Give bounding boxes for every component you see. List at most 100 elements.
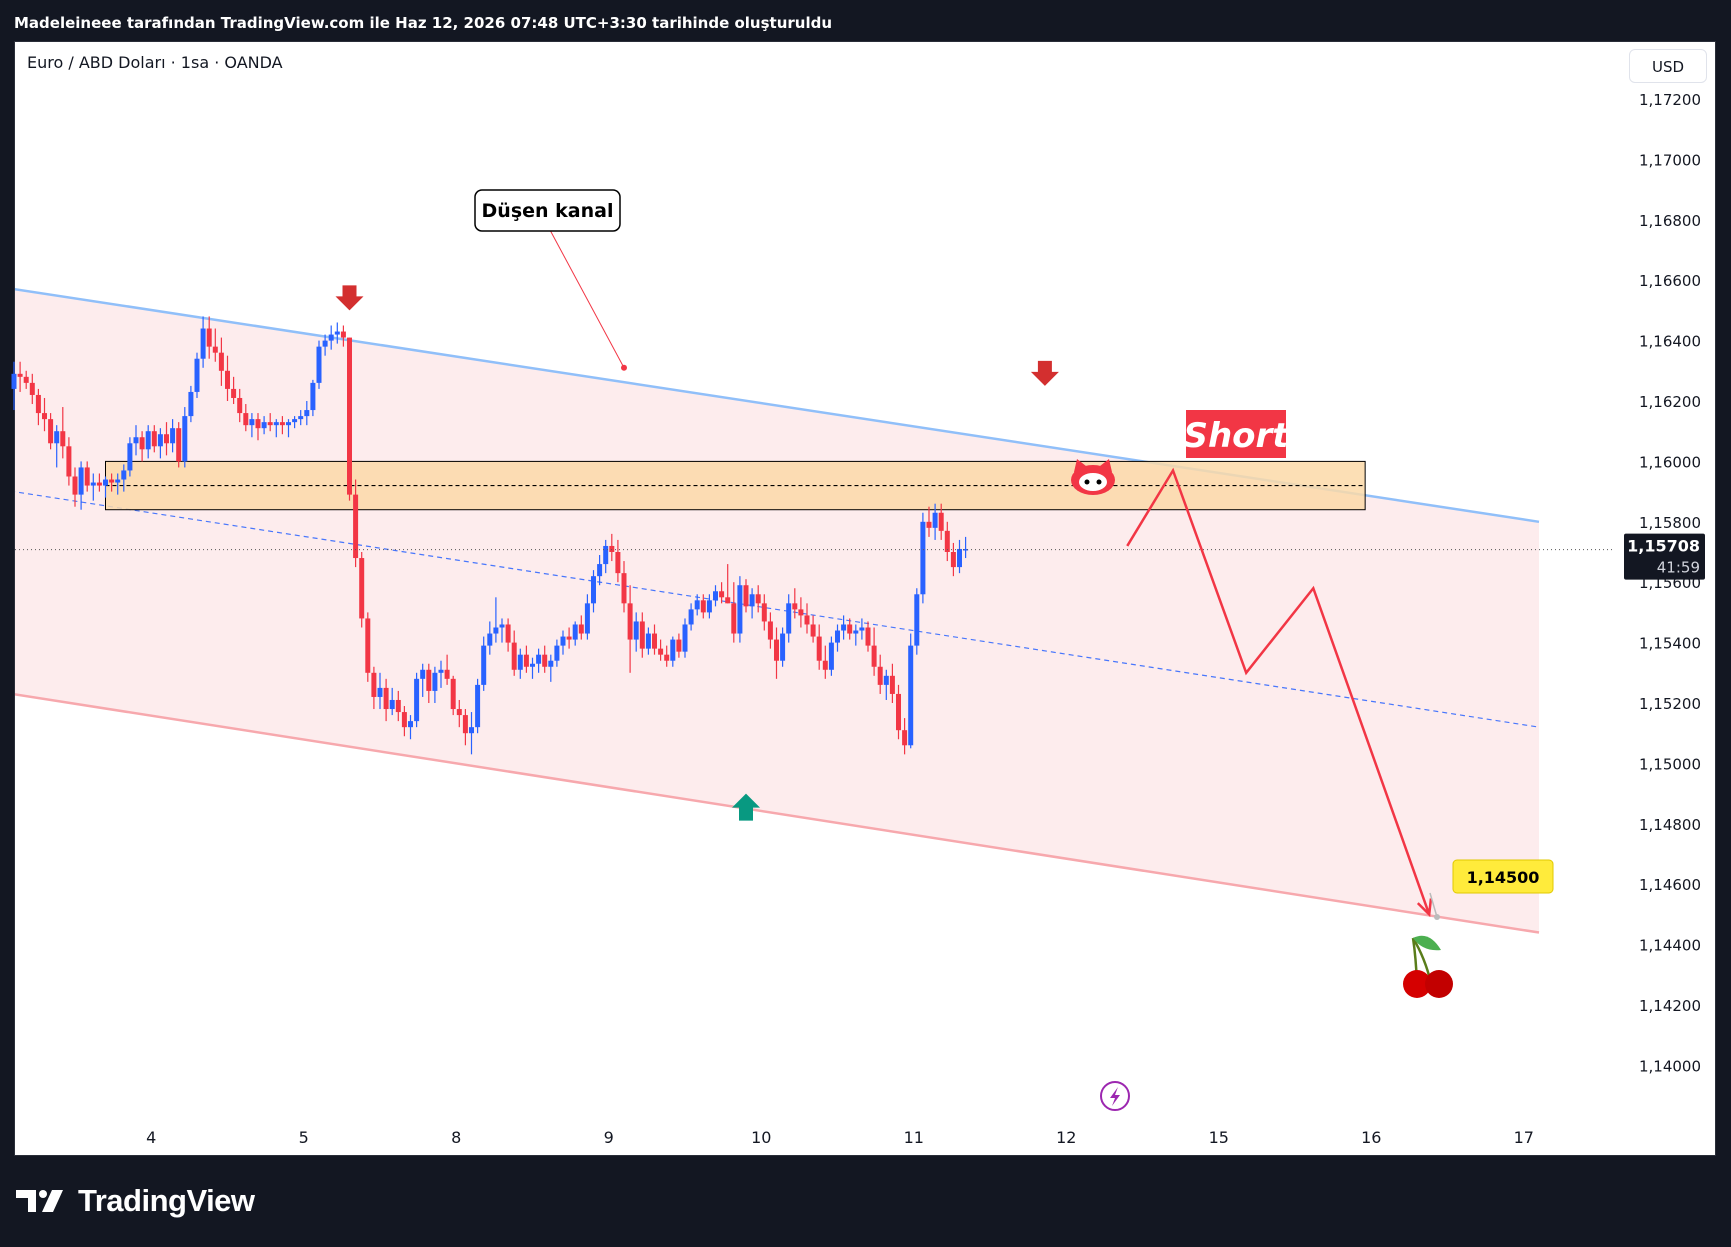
candle-body: [688, 609, 694, 625]
candle-body: [78, 467, 84, 495]
candle-body: [475, 684, 481, 728]
x-tick-label: 5: [299, 1128, 309, 1147]
candle-body: [725, 597, 731, 604]
candle-body: [42, 413, 47, 420]
candle-body: [865, 627, 871, 646]
candle-body: [408, 721, 413, 728]
price-axis[interactable]: 1,17200 1,17000 1,16800 1,16600 1,16400 1,162…: [1639, 91, 1701, 1075]
candle-body: [267, 422, 273, 426]
candle-body: [127, 443, 133, 471]
candle-body: [743, 585, 749, 607]
candle: [194, 352, 200, 398]
candle-body: [273, 422, 279, 426]
candle-body: [48, 419, 54, 444]
y-tick-label: 1,17200: [1639, 91, 1701, 109]
candle: [359, 552, 365, 628]
candle-body: [597, 564, 603, 577]
candle-body: [615, 552, 621, 574]
candle-body: [72, 476, 78, 495]
candle-body: [383, 687, 389, 710]
down-arrow-1: [335, 285, 364, 311]
candle: [914, 588, 920, 655]
x-tick-label: 8: [451, 1128, 461, 1147]
candle-body: [536, 654, 542, 664]
tradingview-logo-text: TradingView: [78, 1183, 255, 1218]
candle-body: [810, 624, 816, 637]
candle: [347, 337, 352, 501]
candle-body: [957, 548, 962, 568]
candle-body: [194, 358, 200, 392]
candle: [182, 407, 188, 468]
candle: [176, 422, 182, 468]
candle-body: [487, 633, 493, 646]
candle-body: [841, 624, 847, 631]
currency-button[interactable]: USD: [1629, 49, 1707, 83]
candle-body: [902, 730, 908, 746]
candle-body: [774, 639, 779, 661]
y-tick-label: 1,16600: [1639, 272, 1701, 290]
candle-body: [109, 479, 115, 483]
candle-body: [499, 624, 505, 628]
candle-body: [96, 482, 102, 486]
candle-body: [462, 715, 468, 734]
candle-body: [151, 431, 157, 447]
current-price-tag: 1,15708 41:59: [1624, 533, 1705, 580]
candle: [737, 576, 743, 643]
candle-body: [426, 669, 432, 691]
candle-body: [761, 603, 767, 622]
candle-body: [926, 521, 932, 528]
candle-body: [883, 675, 889, 685]
tradingview-logo[interactable]: TradingView: [16, 1181, 255, 1221]
candle-body: [554, 645, 560, 661]
candle-body: [798, 609, 804, 616]
cat-icon-eye-left: [1084, 479, 1090, 485]
candle-body: [438, 669, 444, 673]
y-tick-label: 1,14200: [1639, 997, 1701, 1015]
resistance-zone[interactable]: [105, 460, 1366, 511]
candle-body: [481, 645, 487, 685]
candle-body: [29, 382, 35, 395]
time-axis[interactable]: 4 5 8 9 10 11 12 15 16 17: [146, 1128, 1534, 1147]
candle-body: [896, 693, 901, 731]
price-chart[interactable]: Düşen kanalShort1,14500 1,172001,170001,…: [0, 0, 1731, 1247]
candle-body: [694, 600, 700, 610]
candle-body: [847, 624, 853, 634]
candle-body: [310, 382, 316, 411]
candle-body: [828, 642, 834, 670]
y-tick-label: 1,15200: [1639, 695, 1701, 713]
candle-body: [60, 431, 66, 447]
candle-body: [218, 352, 224, 371]
y-tick-label: 1,16000: [1639, 453, 1701, 471]
candle-body: [353, 494, 359, 559]
candle-body: [286, 422, 291, 426]
candle-body: [182, 416, 188, 462]
y-tick-label: 1,15400: [1639, 635, 1701, 653]
candle: [475, 678, 481, 734]
symbol-legend[interactable]: Euro / ABD Doları · 1sa · OANDA: [27, 53, 283, 72]
candle-body: [328, 334, 334, 341]
candle-body: [578, 624, 584, 634]
candle-body: [389, 699, 395, 710]
callout-anchor: [621, 364, 627, 371]
lightning-icon[interactable]: [1100, 1081, 1130, 1111]
candle-body: [395, 699, 401, 713]
candle-body: [90, 482, 96, 486]
cat-icon-face: [1079, 473, 1107, 491]
descending-channel[interactable]: [0, 268, 1540, 934]
candle-body: [505, 624, 511, 643]
candle-body: [530, 663, 535, 667]
candle-body: [157, 434, 163, 447]
candle-body: [889, 675, 895, 694]
x-tick-label: 4: [146, 1128, 156, 1147]
candle-body: [566, 636, 572, 640]
y-tick-label: 1,14600: [1639, 876, 1701, 894]
y-tick-label: 1,16800: [1639, 212, 1701, 230]
candle-body: [444, 669, 450, 679]
candle-body: [139, 437, 145, 450]
resistance-zone-box[interactable]: [105, 460, 1366, 511]
candle-body: [511, 642, 517, 670]
candle-body: [670, 639, 676, 661]
candle-body: [322, 340, 328, 347]
candle-body: [377, 687, 383, 697]
candle-body: [920, 521, 926, 595]
